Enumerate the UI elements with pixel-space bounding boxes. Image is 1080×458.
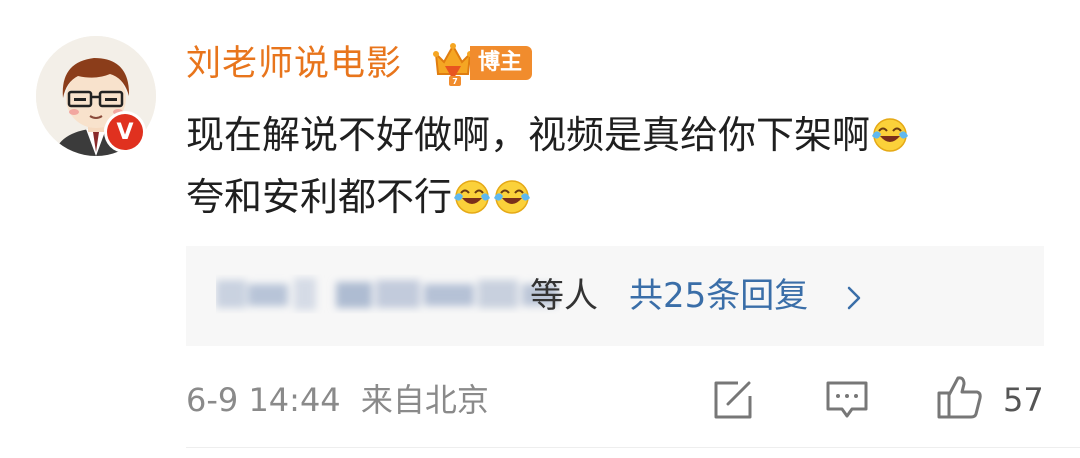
like-icon[interactable]	[936, 374, 984, 420]
comment-icon[interactable]	[825, 380, 869, 420]
username[interactable]: 刘老师说电影	[186, 40, 402, 88]
verified-badge: V	[104, 111, 146, 153]
blogger-badge: 7 博主	[432, 40, 533, 86]
share-icon[interactable]	[712, 380, 754, 420]
chevron-right-icon[interactable]	[846, 285, 862, 311]
comment-line-1: 现在解说不好做啊，视频是真给你下架啊	[186, 113, 871, 157]
like-count: 57	[1003, 381, 1044, 419]
svg-text:7: 7	[452, 77, 458, 86]
timestamp: 6-9 14:44	[186, 381, 341, 419]
replies-suffix: 等人	[530, 276, 598, 316]
blurred-usernames	[216, 278, 558, 310]
laugh-cry-emoji-icon	[872, 118, 909, 152]
comment-text: 现在解说不好做啊，视频是真给你下架啊 夸和安利都不行	[186, 104, 1056, 228]
crown-icon: 7	[433, 43, 473, 86]
badge-label: 博主	[470, 46, 533, 80]
view-replies-link[interactable]: 共25条回复	[629, 272, 808, 320]
comment-line-2: 夸和安利都不行	[186, 175, 453, 219]
replies-preview[interactable]	[186, 246, 1044, 346]
verified-icon: V	[107, 114, 143, 150]
laugh-cry-emoji-icon	[454, 180, 491, 214]
location: 来自北京	[360, 381, 489, 419]
laugh-cry-emoji-icon	[494, 180, 531, 214]
divider	[186, 447, 1080, 448]
comment-meta: 6-9 14:44 来自北京	[186, 376, 489, 424]
